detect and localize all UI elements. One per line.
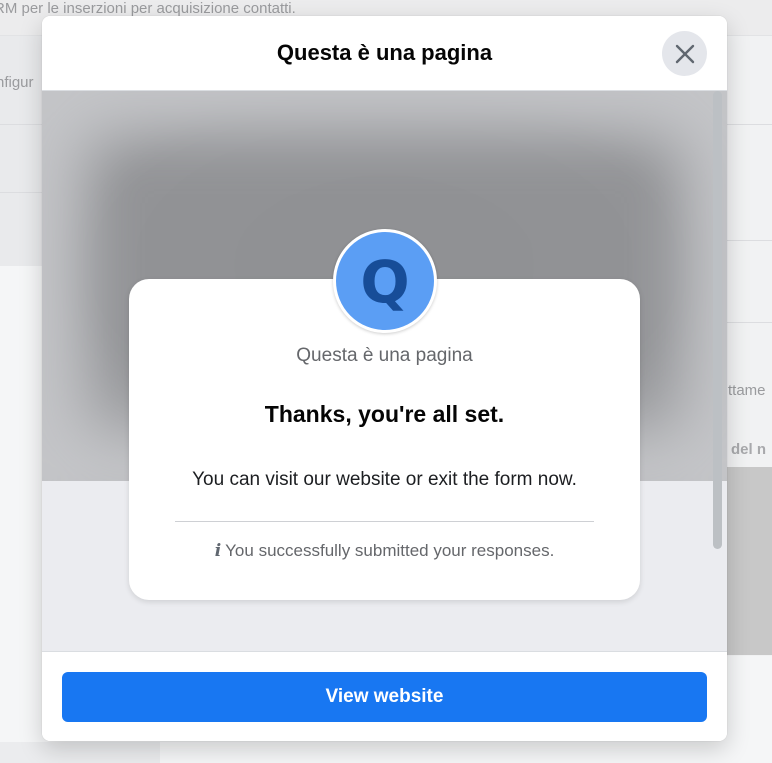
background-divider xyxy=(0,192,42,193)
background-right-text: ttame xyxy=(728,382,766,399)
page-avatar: Q xyxy=(333,229,437,333)
background-divider xyxy=(0,124,42,125)
page-name: Questa è una pagina xyxy=(296,345,473,366)
avatar-letter: Q xyxy=(360,248,410,316)
close-button[interactable] xyxy=(662,31,707,76)
thank-you-heading: Thanks, you're all set. xyxy=(264,401,505,427)
close-icon xyxy=(675,44,694,63)
info-icon: i xyxy=(214,541,222,561)
background-divider xyxy=(727,124,772,125)
background-right-heading: del n xyxy=(731,441,767,458)
background-divider xyxy=(727,240,772,241)
scrollbar-thumb[interactable] xyxy=(713,91,722,549)
background-divider xyxy=(727,322,772,323)
background-left-panel xyxy=(0,36,42,266)
view-website-button[interactable]: View website xyxy=(62,672,707,722)
lead-form-preview-dialog: Questa è una pagina Questa è una pagina … xyxy=(42,16,727,741)
background-image-placeholder xyxy=(727,467,772,655)
thank-you-description: You can visit our website or exit the fo… xyxy=(192,469,577,490)
dialog-footer: View website xyxy=(42,651,727,741)
card-divider xyxy=(175,521,594,522)
submission-info-text: You successfully submitted your response… xyxy=(225,541,555,560)
background-bottom-strip xyxy=(0,742,160,763)
vertical-scrollbar[interactable] xyxy=(711,91,724,651)
form-preview-area[interactable]: Questa è una pagina Thanks, you're all s… xyxy=(42,91,727,651)
dialog-title: Questa è una pagina xyxy=(276,40,493,65)
submission-info: i You successfully submitted your respons… xyxy=(129,541,640,561)
background-left-text: nfigur xyxy=(0,74,34,91)
background-top-text: RM per le inserzioni per acquisizione co… xyxy=(0,0,296,17)
dialog-header: Questa è una pagina xyxy=(42,16,727,91)
